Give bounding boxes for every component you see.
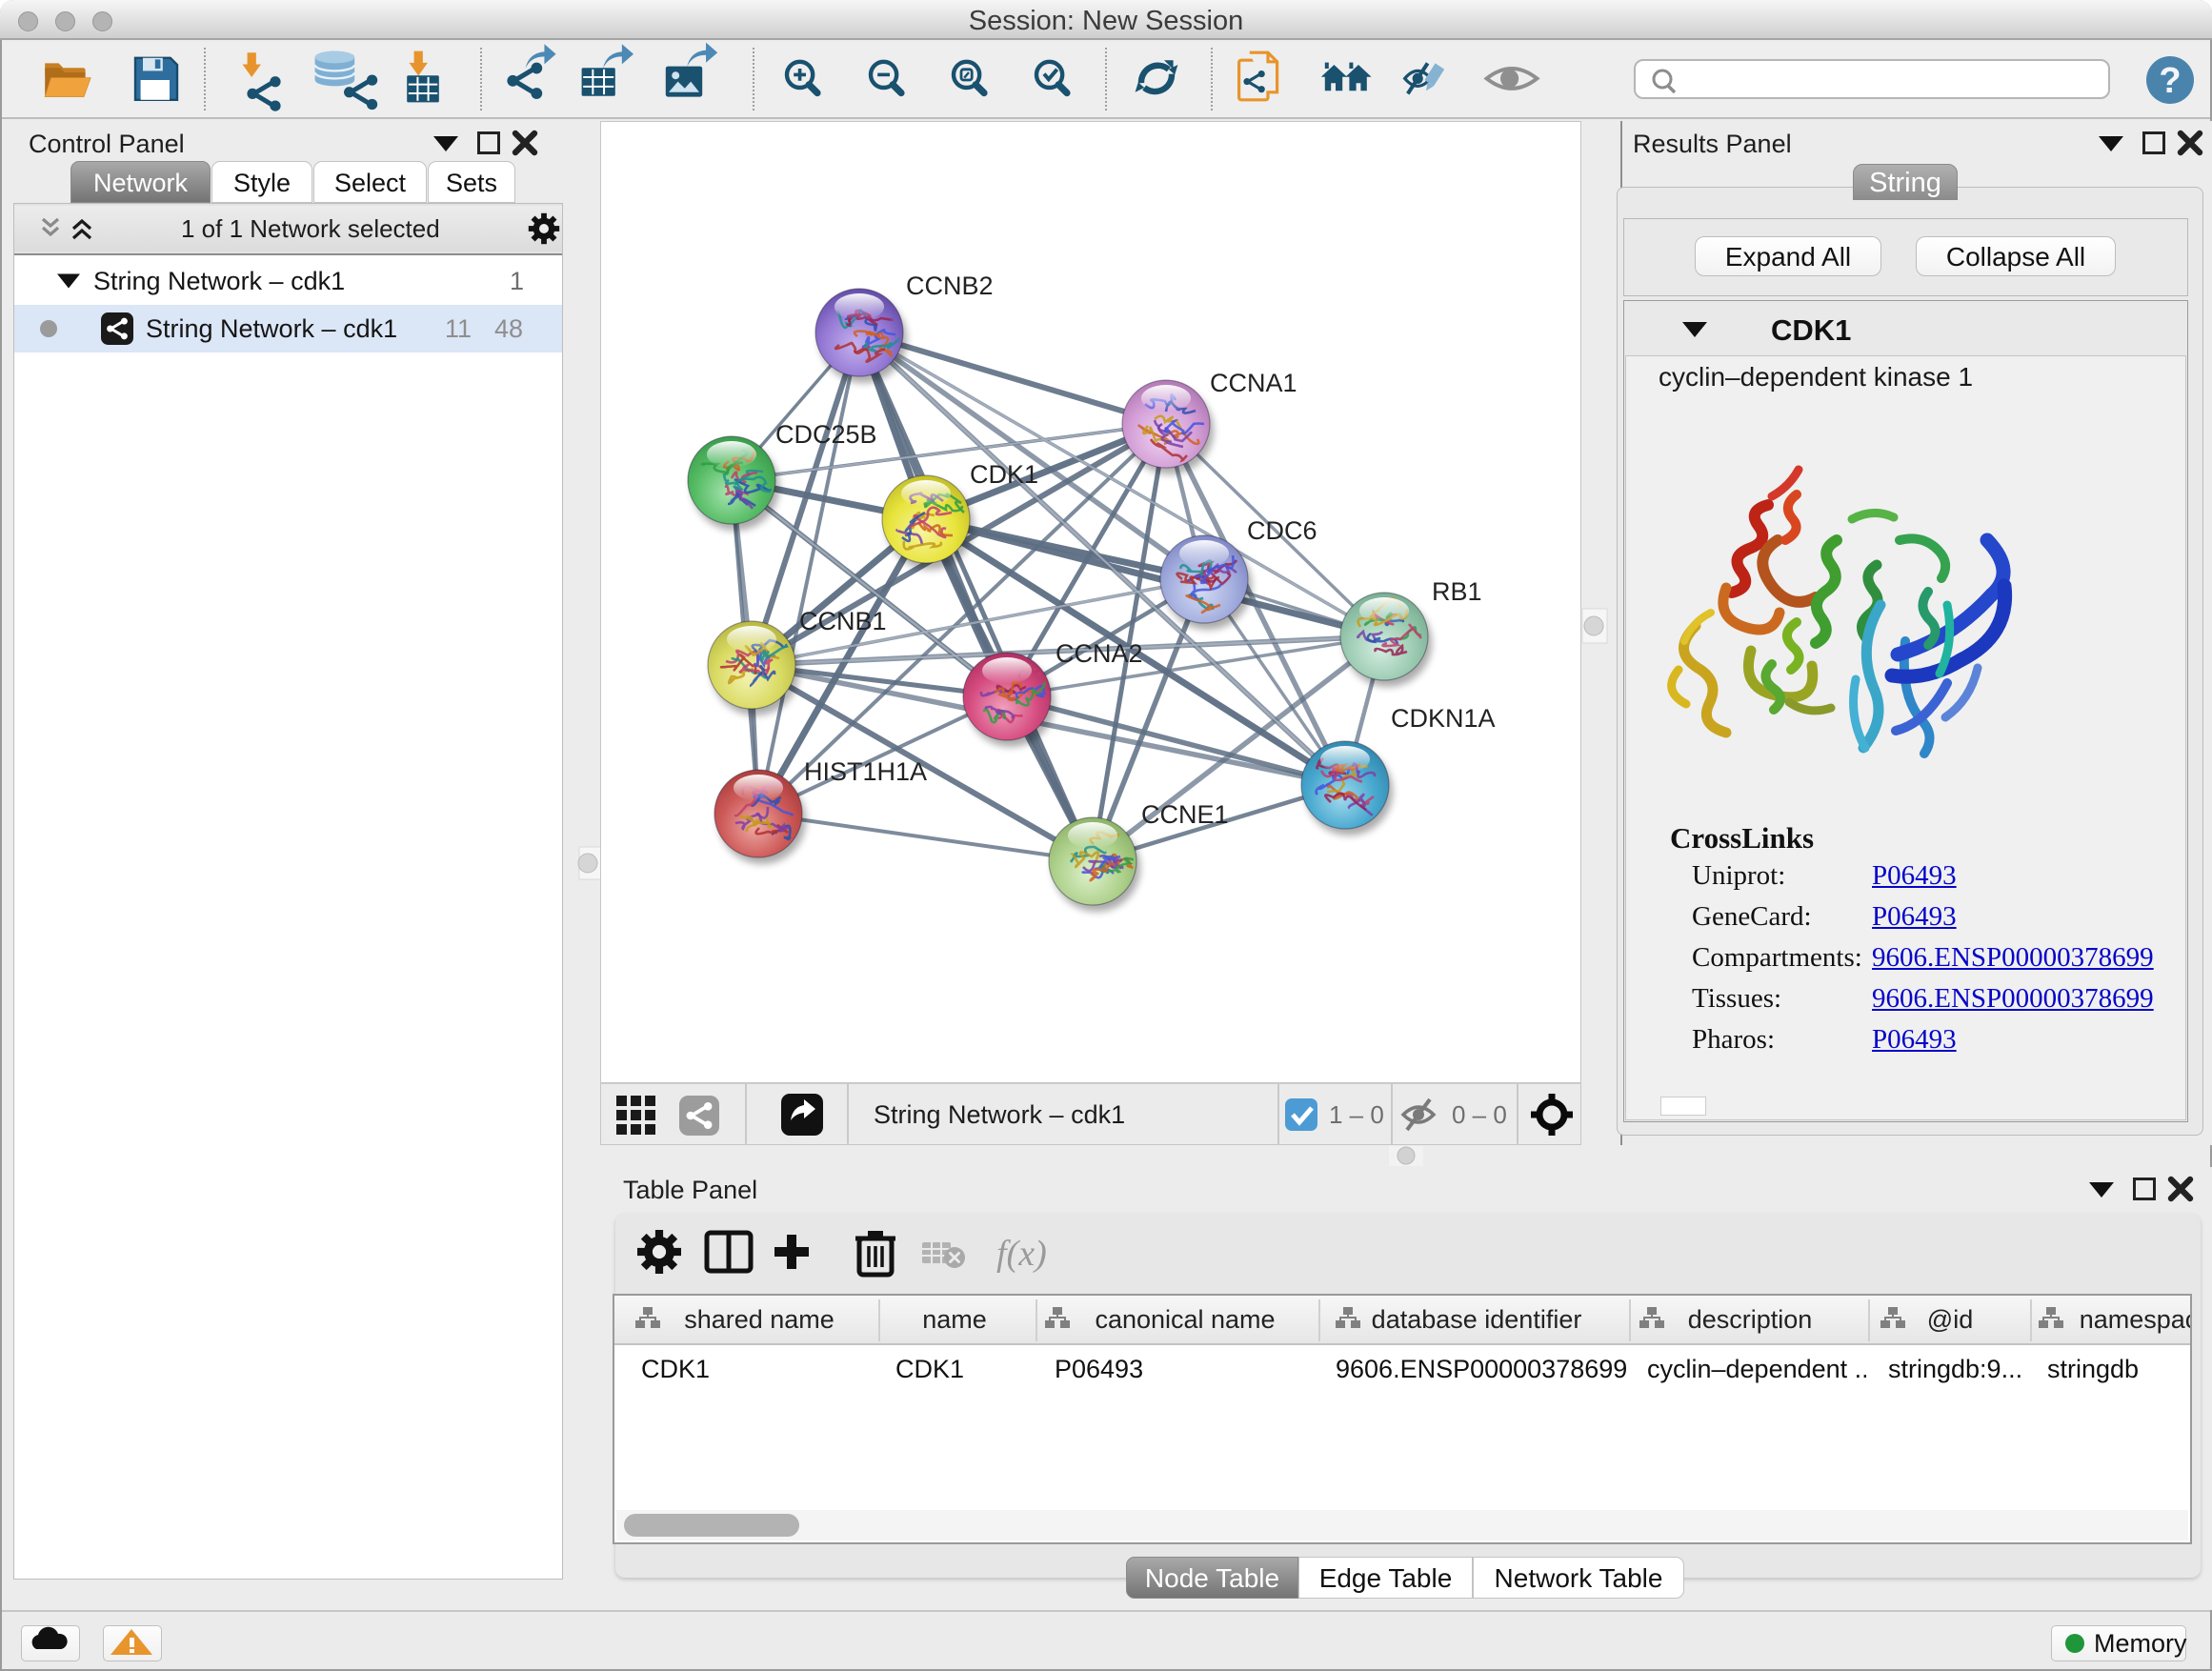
svg-text:canonical name: canonical name: [1095, 1305, 1275, 1334]
svg-text:shared name: shared name: [684, 1305, 835, 1334]
svg-text:description: description: [1688, 1305, 1813, 1334]
svg-text:f(x): f(x): [996, 1234, 1047, 1274]
svg-text:0 – 0: 0 – 0: [1452, 1100, 1507, 1129]
svg-text:Table Panel: Table Panel: [623, 1176, 757, 1204]
svg-text:CCNA1: CCNA1: [1210, 369, 1297, 397]
svg-text:1 – 0: 1 – 0: [1329, 1100, 1384, 1129]
svg-text:@id: @id: [1927, 1305, 1973, 1334]
svg-text:String Network – cdk1: String Network – cdk1: [93, 267, 345, 295]
svg-text:1: 1: [510, 267, 524, 295]
svg-text:namespac: namespac: [2080, 1305, 2190, 1334]
svg-text:RB1: RB1: [1432, 577, 1482, 606]
svg-text:11: 11: [445, 314, 472, 343]
svg-text:String Network – cdk1: String Network – cdk1: [146, 314, 397, 343]
svg-text:1 of 1 Network selected: 1 of 1 Network selected: [181, 214, 440, 243]
svg-text:Results Panel: Results Panel: [1633, 130, 1792, 158]
svg-text:CDK1: CDK1: [1771, 313, 1851, 347]
svg-text:CDKN1A: CDKN1A: [1391, 704, 1496, 733]
svg-text:CDK1: CDK1: [970, 460, 1038, 489]
svg-text:CDC6: CDC6: [1247, 516, 1317, 545]
svg-text:CCNA2: CCNA2: [1056, 639, 1143, 668]
svg-text:48: 48: [494, 314, 523, 343]
svg-text:CCNE1: CCNE1: [1141, 800, 1229, 829]
svg-text:CCNB1: CCNB1: [799, 607, 887, 635]
svg-text:database identifier: database identifier: [1372, 1305, 1582, 1334]
svg-text:CDC25B: CDC25B: [775, 420, 877, 449]
svg-text:HIST1H1A: HIST1H1A: [804, 757, 927, 786]
svg-text:Control Panel: Control Panel: [29, 130, 185, 158]
svg-text:name: name: [922, 1305, 987, 1334]
svg-text:String Network – cdk1: String Network – cdk1: [874, 1100, 1125, 1129]
svg-text:CCNB2: CCNB2: [906, 272, 994, 300]
svg-text:?: ?: [2159, 61, 2181, 101]
